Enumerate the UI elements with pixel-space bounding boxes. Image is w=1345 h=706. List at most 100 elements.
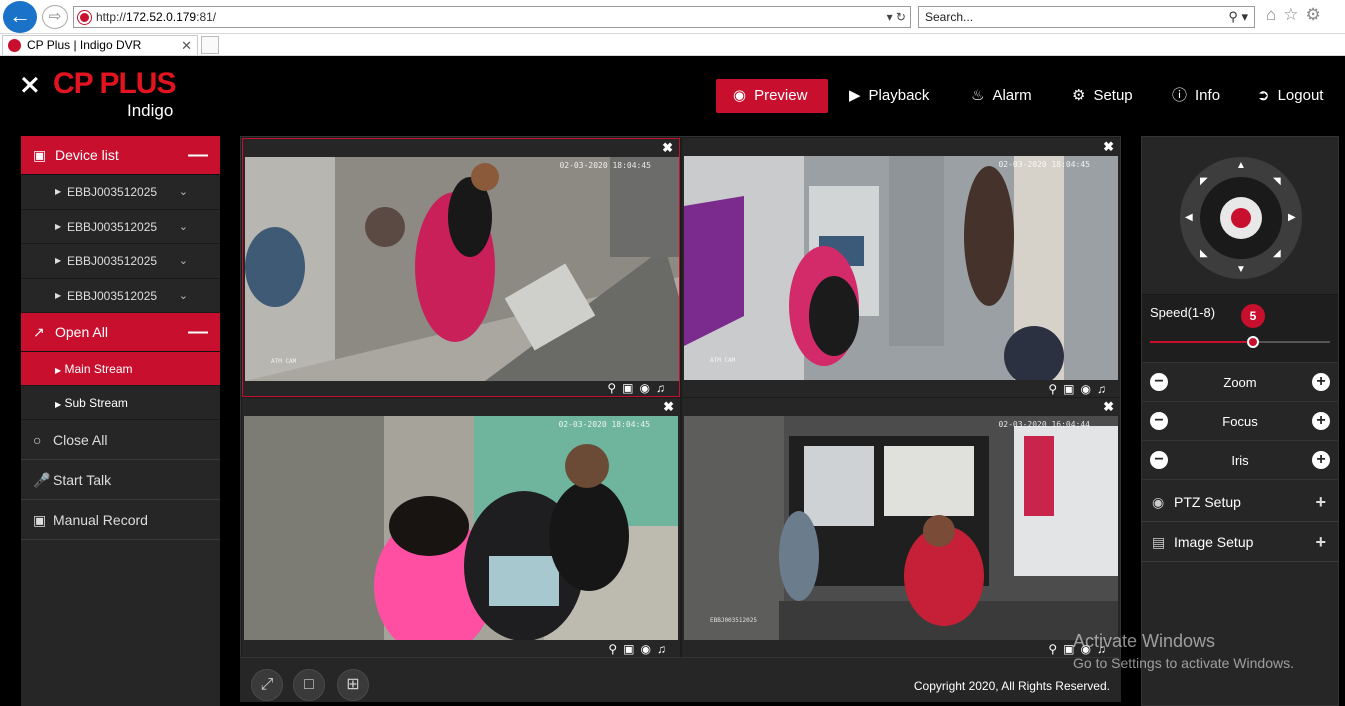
new-tab-button[interactable] <box>201 36 219 54</box>
collapse-icon[interactable]: — <box>188 136 208 175</box>
zoom-icon[interactable]: ⚲ <box>1048 382 1063 396</box>
camera-feed-3[interactable]: 02-03-2020 18:04:45 <box>244 416 678 640</box>
sub-stream-item[interactable]: ▶ Sub Stream <box>21 386 220 420</box>
logo-brand: CP PLUS <box>53 67 176 100</box>
nav-alarm[interactable]: ♨ Alarm <box>971 79 1032 113</box>
url-suffix: :81/ <box>196 10 217 24</box>
manual-record-button[interactable]: ▣ Manual Record <box>21 500 220 540</box>
video-cell-1[interactable]: ✖ 02-03-2020 18:04:45 ATM CAM ⚲▣◉♫ <box>242 138 680 397</box>
focus-label: Focus <box>1222 414 1258 429</box>
close-icon[interactable]: ✖ <box>662 140 673 156</box>
image-setup-row[interactable]: ▤ Image Setup + <box>1142 522 1338 562</box>
search-icon[interactable]: ⚲ ▾ <box>1228 7 1248 27</box>
arrow-down-icon[interactable]: ▼ <box>1236 265 1246 275</box>
device-item[interactable]: ▶ EBBJ003512025 ⌄ <box>21 279 220 313</box>
chevron-down-icon[interactable]: ⌄ <box>179 279 188 313</box>
bell-icon: ♨ <box>971 87 985 104</box>
iris-plus-button[interactable]: + <box>1312 451 1330 469</box>
zoom-icon[interactable]: ⚲ <box>608 642 623 656</box>
snapshot-icon[interactable]: ◉ <box>640 381 656 395</box>
home-icon[interactable]: ⌂ <box>1266 5 1283 24</box>
nav-info[interactable]: ⓘ Info <box>1172 79 1220 113</box>
camera-feed-1[interactable]: 02-03-2020 18:04:45 ATM CAM <box>245 157 679 381</box>
close-icon[interactable]: ✖ <box>1103 399 1114 415</box>
nav-logout[interactable]: ➲ Logout <box>1257 79 1323 113</box>
nav-playback[interactable]: ▶ Playback <box>849 79 929 113</box>
search-placeholder: Search... <box>925 10 974 24</box>
chevron-down-icon[interactable]: ⌄ <box>179 210 188 244</box>
cell-toolbar: ⚲▣◉♫ <box>1048 382 1112 396</box>
zoom-icon[interactable]: ⚲ <box>607 381 622 395</box>
zoom-in-button[interactable]: + <box>1312 373 1330 391</box>
camera-feed-4[interactable]: 02-03-2020 16:04:44 EBBJ003512025 <box>684 416 1118 640</box>
close-icon[interactable]: ✖ <box>663 399 674 415</box>
collapse-icon[interactable]: — <box>188 313 208 352</box>
close-all-button[interactable]: ○ Close All <box>21 420 220 460</box>
single-view-button[interactable]: □ <box>293 669 325 701</box>
camera-feed-2[interactable]: 02-03-2020 18:04:45 ATM CAM <box>684 156 1118 380</box>
speed-slider-handle[interactable] <box>1247 336 1259 348</box>
open-all-header[interactable]: ↗ Open All — <box>21 313 220 352</box>
ptz-setup-row[interactable]: ◉ PTZ Setup + <box>1142 482 1338 522</box>
ptz-dial[interactable]: ▲ ▼ ◀ ▶ ◤ ◥ ◣ ◢ <box>1180 157 1302 279</box>
record-icon[interactable]: ▣ <box>622 381 639 395</box>
chevron-down-icon[interactable]: ⌄ <box>179 175 188 209</box>
browser-tab[interactable]: CP Plus | Indigo DVR ✕ <box>2 35 198 55</box>
arrow-left-icon[interactable]: ◀ <box>1185 213 1193 223</box>
nav-preview[interactable]: ◉ Preview <box>716 79 828 113</box>
device-item[interactable]: ▶ EBBJ003512025 ⌄ <box>21 175 220 210</box>
camera-timestamp: 02-03-2020 18:04:45 <box>998 160 1090 169</box>
device-list-label: Device list <box>55 147 119 163</box>
focus-plus-button[interactable]: + <box>1312 412 1330 430</box>
search-input[interactable]: Search... ⚲ ▾ <box>918 6 1255 28</box>
record-icon[interactable]: ▣ <box>623 642 640 656</box>
manual-record-label: Manual Record <box>53 512 148 528</box>
refresh-icon[interactable]: ▾ ↻ <box>887 7 906 27</box>
nav-setup[interactable]: ⚙ Setup <box>1072 79 1133 113</box>
speed-slider[interactable] <box>1150 336 1330 348</box>
settings-gear-icon[interactable]: ⚙ <box>1306 5 1328 24</box>
arrow-right-icon[interactable]: ▶ <box>1288 213 1296 223</box>
zoom-out-button[interactable]: − <box>1150 373 1168 391</box>
focus-minus-button[interactable]: − <box>1150 412 1168 430</box>
forward-button[interactable]: ⇨ <box>42 5 68 29</box>
close-all-label: Close All <box>53 432 108 448</box>
zoom-control: − Zoom + <box>1142 363 1338 402</box>
video-cell-3[interactable]: ✖ 02-03-2020 18:04:45 ⚲▣◉♫ <box>242 398 680 657</box>
arrow-down-right-icon[interactable]: ◢ <box>1273 249 1281 259</box>
grid-toolbar: ⤢ □ ⊞ Copyright 2020, All Rights Reserve… <box>240 658 1121 702</box>
tab-close-icon[interactable]: ✕ <box>181 36 192 55</box>
arrow-down-left-icon[interactable]: ◣ <box>1200 249 1208 259</box>
audio-icon[interactable]: ♫ <box>656 381 671 395</box>
zoom-icon[interactable]: ⚲ <box>1048 642 1063 656</box>
main-stream-item[interactable]: ▶ Main Stream <box>21 352 220 386</box>
device-item[interactable]: ▶ EBBJ003512025 ⌄ <box>21 210 220 244</box>
external-link-icon: ↗ <box>33 324 45 340</box>
expand-plus-icon[interactable]: + <box>1315 482 1326 522</box>
device-list-header[interactable]: ▣ Device list — <box>21 136 220 175</box>
back-button[interactable]: ← <box>3 1 37 33</box>
arrow-up-left-icon[interactable]: ◤ <box>1200 177 1208 187</box>
device-item[interactable]: ▶ EBBJ003512025 ⌄ <box>21 244 220 279</box>
ptz-center-button[interactable] <box>1220 197 1262 239</box>
iris-minus-button[interactable]: − <box>1150 451 1168 469</box>
quad-view-button[interactable]: ⊞ <box>337 669 369 701</box>
audio-icon[interactable]: ♫ <box>657 642 672 656</box>
expand-plus-icon[interactable]: + <box>1315 522 1326 562</box>
video-cell-4[interactable]: ✖ 02-03-2020 16:04:44 EBBJ003512025 ⚲▣◉♫ <box>682 398 1120 657</box>
snapshot-icon[interactable]: ◉ <box>1081 382 1097 396</box>
arrow-up-icon[interactable]: ▲ <box>1236 161 1246 171</box>
address-bar[interactable]: http://172.52.0.179:81/ ▾ ↻ <box>73 6 911 28</box>
record-icon[interactable]: ▣ <box>1063 382 1080 396</box>
camera-timestamp: 02-03-2020 16:04:44 <box>998 420 1090 429</box>
fullscreen-button[interactable]: ⤢ <box>251 669 283 701</box>
close-icon[interactable]: ✖ <box>1103 139 1114 155</box>
arrow-up-right-icon[interactable]: ◥ <box>1273 177 1281 187</box>
start-talk-button[interactable]: 🎤 Start Talk <box>21 460 220 500</box>
chevron-down-icon[interactable]: ⌄ <box>179 244 188 278</box>
audio-icon[interactable]: ♫ <box>1097 382 1112 396</box>
grid-icon: ⊞ <box>346 676 360 693</box>
favorites-star-icon[interactable]: ☆ <box>1283 5 1305 24</box>
video-cell-2[interactable]: ✖ 02-03-2020 18:04:45 ATM CAM ⚲▣◉♫ <box>682 138 1120 397</box>
snapshot-icon[interactable]: ◉ <box>641 642 657 656</box>
